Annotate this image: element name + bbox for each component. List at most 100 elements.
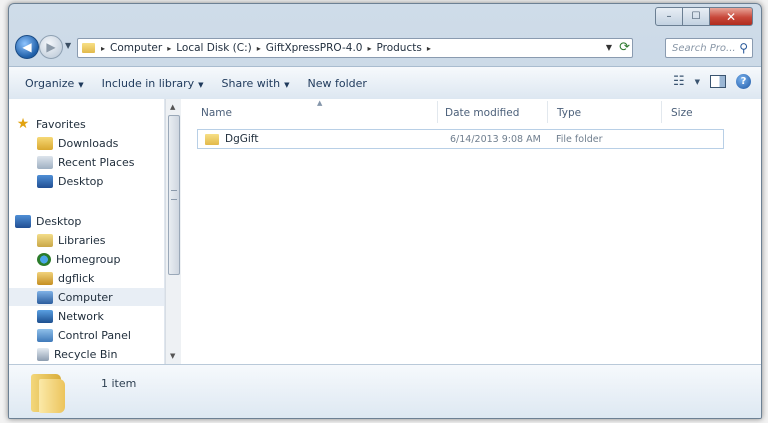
nav-label: Desktop bbox=[36, 214, 82, 228]
include-in-library-label: Include in library bbox=[101, 76, 195, 90]
column-type[interactable]: Type bbox=[557, 107, 581, 119]
new-folder-label: New folder bbox=[307, 76, 367, 90]
scrollbar-thumb[interactable] bbox=[168, 115, 180, 275]
close-button[interactable]: ✕ bbox=[710, 7, 753, 26]
nav-label: Libraries bbox=[58, 233, 106, 247]
network-icon bbox=[37, 309, 53, 323]
explorer-window: – ☐ ✕ ◀ ▶ ▼ ▸ Computer ▸ Local Disk (C:)… bbox=[8, 3, 762, 419]
nav-network[interactable]: Network bbox=[37, 307, 104, 325]
folder-icon bbox=[82, 43, 95, 53]
share-with-button[interactable]: Share with ▼ bbox=[222, 77, 290, 90]
column-date-modified[interactable]: Date modified bbox=[445, 107, 519, 119]
refresh-icon[interactable]: ⟳ bbox=[619, 40, 630, 55]
folder-icon bbox=[205, 133, 219, 145]
forward-button[interactable]: ▶ bbox=[39, 35, 63, 59]
address-dropdown-icon[interactable]: ▼ bbox=[606, 43, 612, 52]
recent-places-icon bbox=[37, 155, 53, 169]
nav-dgflick[interactable]: dgflick bbox=[37, 269, 94, 287]
breadcrumb-separator: ▸ bbox=[426, 43, 431, 53]
breadcrumb-separator: ▸ bbox=[367, 43, 372, 53]
nav-libraries[interactable]: Libraries bbox=[37, 231, 106, 249]
chevron-down-icon: ▼ bbox=[78, 80, 84, 89]
column-name[interactable]: Name bbox=[201, 107, 232, 119]
folder-icon bbox=[31, 374, 69, 414]
breadcrumb-separator: ▸ bbox=[101, 43, 106, 53]
include-in-library-button[interactable]: Include in library ▼ bbox=[102, 77, 204, 90]
sort-indicator-icon: ▲ bbox=[317, 99, 323, 107]
new-folder-button[interactable]: New folder bbox=[307, 77, 366, 90]
organize-button[interactable]: Organize ▼ bbox=[25, 77, 84, 90]
desktop-icon bbox=[37, 174, 53, 188]
nav-recent-places[interactable]: Recent Places bbox=[37, 153, 135, 171]
nav-favorites[interactable]: ★ Favorites bbox=[15, 115, 86, 133]
command-bar: Organize ▼ Include in library ▼ Share with… bbox=[9, 66, 761, 100]
back-button[interactable]: ◀ bbox=[15, 35, 39, 59]
column-headers: ▲ Name Date modified Type Size bbox=[181, 99, 761, 127]
maximize-button[interactable]: ☐ bbox=[683, 7, 710, 26]
preview-pane-icon[interactable] bbox=[710, 75, 726, 88]
scroll-up-icon[interactable]: ▲ bbox=[170, 103, 175, 111]
column-divider[interactable] bbox=[547, 101, 548, 123]
chevron-down-icon: ▼ bbox=[284, 80, 290, 89]
navigation-scrollbar[interactable]: ▲ ▼ bbox=[165, 99, 181, 364]
nav-label: Network bbox=[58, 309, 104, 323]
organize-label: Organize bbox=[25, 76, 75, 90]
change-view-icon[interactable]: ☷ bbox=[673, 74, 685, 89]
details-pane: 1 item bbox=[9, 364, 761, 418]
scroll-down-icon[interactable]: ▼ bbox=[170, 352, 175, 360]
chevron-down-icon: ▼ bbox=[198, 80, 204, 89]
desktop-icon bbox=[15, 214, 31, 228]
nav-label: dgflick bbox=[58, 271, 95, 285]
column-divider[interactable] bbox=[661, 101, 662, 123]
breadcrumb-local-disk[interactable]: Local Disk (C:) bbox=[176, 42, 252, 54]
nav-label: Desktop bbox=[58, 174, 104, 188]
help-icon[interactable]: ? bbox=[736, 74, 751, 89]
recycle-bin-icon bbox=[37, 347, 49, 361]
item-count: 1 item bbox=[101, 377, 137, 390]
recent-pages-dropdown-icon[interactable]: ▼ bbox=[65, 41, 71, 50]
star-icon: ★ bbox=[16, 115, 30, 132]
breadcrumb-products[interactable]: Products bbox=[376, 42, 421, 54]
nav-label: Recent Places bbox=[58, 155, 135, 169]
nav-desktop-favorite[interactable]: Desktop bbox=[37, 172, 103, 190]
nav-downloads[interactable]: Downloads bbox=[37, 134, 118, 152]
minimize-button[interactable]: – bbox=[655, 7, 683, 26]
search-icon[interactable]: ⚲ bbox=[739, 41, 748, 55]
column-size[interactable]: Size bbox=[671, 107, 693, 119]
column-divider[interactable] bbox=[437, 101, 438, 123]
search-input[interactable]: Search Pro... ⚲ bbox=[665, 38, 753, 58]
share-with-label: Share with bbox=[221, 76, 281, 90]
nav-computer[interactable]: Computer bbox=[9, 288, 164, 306]
address-bar[interactable]: ▸ Computer ▸ Local Disk (C:) ▸ GiftXpres… bbox=[77, 38, 633, 58]
file-type: File folder bbox=[556, 133, 603, 145]
nav-control-panel[interactable]: Control Panel bbox=[37, 326, 131, 344]
nav-label: Homegroup bbox=[56, 252, 121, 266]
view-dropdown-icon[interactable]: ▼ bbox=[695, 78, 700, 86]
file-row[interactable]: DgGift 6/14/2013 9:08 AM File folder bbox=[197, 129, 724, 149]
nav-label: Computer bbox=[58, 290, 113, 304]
view-controls: ☷ ▼ ? bbox=[673, 74, 751, 89]
search-placeholder: Search Pro... bbox=[672, 42, 736, 54]
file-list: ▲ Name Date modified Type Size DgGift 6/… bbox=[181, 99, 761, 364]
nav-recycle-bin[interactable]: Recycle Bin bbox=[37, 345, 117, 363]
libraries-icon bbox=[37, 233, 53, 247]
nav-desktop[interactable]: Desktop bbox=[15, 212, 81, 230]
folder-front-shape bbox=[39, 379, 65, 413]
nav-label: Downloads bbox=[58, 136, 119, 150]
control-panel-icon bbox=[37, 328, 53, 342]
grip-icon bbox=[171, 190, 177, 200]
downloads-folder-icon bbox=[37, 136, 53, 150]
caption-buttons: – ☐ ✕ bbox=[655, 7, 753, 26]
navigation-pane: ★ Favorites Downloads Recent Places Deskt… bbox=[9, 99, 165, 364]
breadcrumb-computer[interactable]: Computer bbox=[110, 42, 162, 54]
breadcrumb-separator: ▸ bbox=[256, 43, 261, 53]
nav-homegroup[interactable]: Homegroup bbox=[37, 250, 120, 268]
user-folder-icon bbox=[37, 271, 53, 285]
nav-label: Control Panel bbox=[58, 328, 131, 342]
homegroup-icon bbox=[37, 252, 51, 266]
nav-label: Recycle Bin bbox=[54, 347, 118, 361]
breadcrumb-giftxpress[interactable]: GiftXpressPRO-4.0 bbox=[266, 42, 363, 54]
breadcrumb-separator: ▸ bbox=[167, 43, 172, 53]
file-name: DgGift bbox=[225, 133, 259, 145]
nav-label: Favorites bbox=[36, 117, 86, 131]
